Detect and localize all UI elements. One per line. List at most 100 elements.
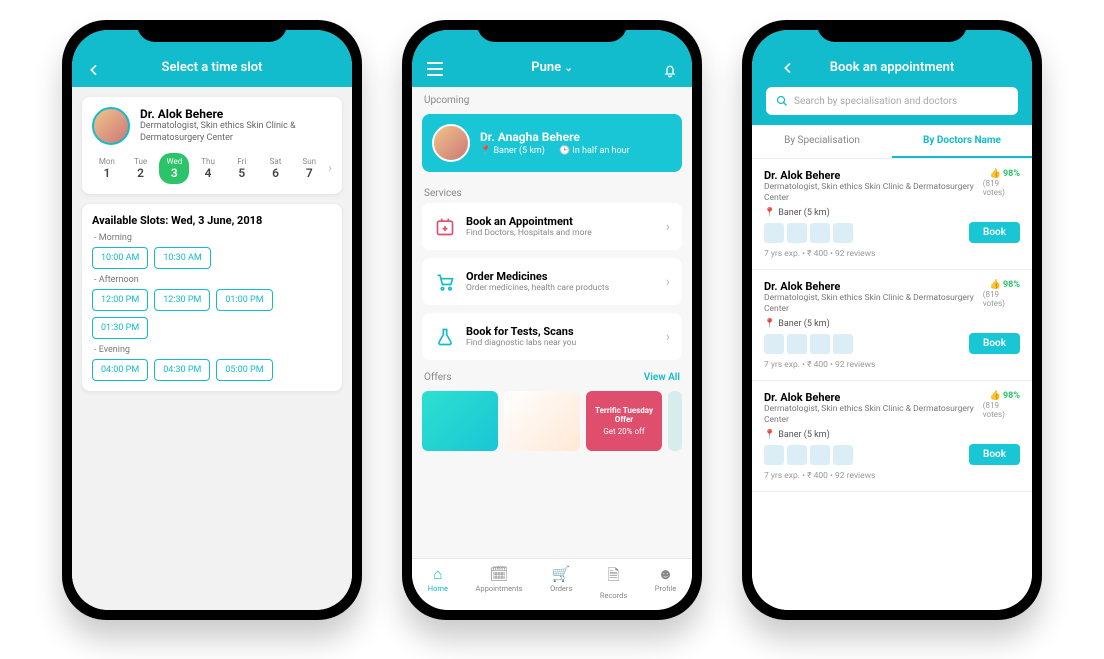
page-title: Select a time slot (162, 60, 263, 75)
day-tue[interactable]: Tue2 (126, 153, 156, 184)
offer-card[interactable] (668, 391, 682, 451)
pin-icon: 📍 (764, 319, 775, 329)
service-order-medicines[interactable]: Order Medicines Order medicines, health … (422, 258, 682, 305)
doctor-meta: 7 yrs exp. • ₹ 400 • 92 reviews (764, 360, 1020, 370)
service-subtitle: Order medicines, health care products (466, 283, 609, 293)
file-icon: 🗎 (600, 565, 627, 590)
cart-icon: 🛒 (550, 565, 572, 583)
search-input[interactable]: Search by specialisation and doctors (766, 87, 1018, 115)
offers-carousel[interactable]: Terrific Tuesday Offer Get 20% off (412, 387, 692, 459)
clinic-photos[interactable] (764, 223, 853, 243)
chevron-right-icon[interactable]: › (328, 161, 332, 176)
tab-by-doctors-name[interactable]: By Doctors Name (892, 125, 1032, 158)
slot-button[interactable]: 05:00 PM (216, 359, 272, 381)
header: Book an appointment Search by specialisa… (752, 30, 1032, 125)
tab-home[interactable]: ⌂Home (428, 565, 448, 600)
doctor-rating: 98% (1003, 169, 1020, 179)
doctor-meta: 7 yrs exp. • ₹ 400 • 92 reviews (764, 471, 1020, 481)
back-button[interactable] (86, 62, 102, 78)
chevron-right-icon: › (666, 219, 670, 235)
chevron-right-icon: › (666, 329, 670, 345)
doctor-meta: 7 yrs exp. • ₹ 400 • 92 reviews (764, 249, 1020, 259)
slot-button[interactable]: 12:00 PM (92, 289, 148, 311)
upcoming-label: Upcoming (412, 87, 692, 110)
back-button[interactable] (780, 60, 796, 76)
day-sun[interactable]: Sun7 (294, 153, 324, 184)
avatar (92, 107, 130, 145)
doctor-rating: 98% (1003, 391, 1020, 401)
service-subtitle: Find diagnostic labs near you (466, 338, 576, 348)
pin-icon: 📍 Baner (5 km) (480, 146, 545, 156)
location-label: Pune (531, 60, 561, 75)
doctor-votes: (819 votes) (983, 290, 1020, 308)
flask-icon (434, 326, 456, 348)
menu-button[interactable] (426, 62, 444, 76)
doctor-speciality: Dermatologist, Skin ethics Skin Clinic &… (764, 293, 983, 315)
day-sat[interactable]: Sat6 (261, 153, 291, 184)
phone-doctor-list: Book an appointment Search by specialisa… (742, 20, 1042, 620)
slot-button[interactable]: 04:00 PM (92, 359, 148, 381)
tab-by-specialisation[interactable]: By Specialisation (752, 125, 892, 158)
chevron-down-icon: ⌄ (564, 63, 572, 74)
upcoming-location: Baner (5 km) (493, 146, 545, 156)
day-thu[interactable]: Thu4 (193, 153, 223, 184)
slots-card: Available Slots: Wed, 3 June, 2018 - Mor… (82, 204, 342, 391)
offer-card[interactable] (504, 391, 580, 451)
phone-home: Pune ⌄ Upcoming Dr. Anagha Behere 📍 Bane… (402, 20, 702, 620)
upcoming-card[interactable]: Dr. Anagha Behere 📍 Baner (5 km) 🕒 In ha… (422, 114, 682, 172)
slot-button[interactable]: 01:30 PM (92, 317, 148, 339)
day-mon[interactable]: Mon1 (92, 153, 122, 184)
doctor-list-item[interactable]: Dr. Alok Behere Dermatologist, Skin ethi… (752, 381, 1032, 492)
book-button[interactable]: Book (969, 444, 1020, 465)
bottom-tabbar: ⌂Home 🗓Appointments 🛒Orders 🗎Records ☻Pr… (412, 558, 692, 610)
day-fri[interactable]: Fri5 (227, 153, 257, 184)
doctor-votes: (819 votes) (983, 179, 1020, 197)
slot-button[interactable]: 12:30 PM (154, 289, 210, 311)
morning-label: - Morning (94, 233, 332, 243)
doctor-list-item[interactable]: Dr. Alok Behere Dermatologist, Skin ethi… (752, 159, 1032, 270)
doctor-speciality: Dermatologist, Skin ethics Skin Clinic &… (764, 182, 983, 204)
slot-button[interactable]: 04:30 PM (154, 359, 210, 381)
tab-records[interactable]: 🗎Records (600, 565, 627, 600)
clock-icon: 🕒 In half an hour (559, 146, 630, 156)
tab-profile[interactable]: ☻Profile (655, 565, 676, 600)
thumbs-up-icon: 👍 (990, 391, 1001, 401)
calendar-plus-icon (434, 216, 456, 238)
avatar (432, 124, 470, 162)
notch (817, 20, 967, 42)
upcoming-doctor-name: Dr. Anagha Behere (480, 130, 672, 144)
service-book-tests[interactable]: Book for Tests, Scans Find diagnostic la… (422, 313, 682, 360)
thumbs-up-icon: 👍 (990, 280, 1001, 290)
day-picker: Mon1 Tue2 Wed3 Thu4 Fri5 Sat6 Sun7 › (92, 153, 332, 184)
services-label: Services (412, 180, 692, 203)
doctor-list-item[interactable]: Dr. Alok Behere Dermatologist, Skin ethi… (752, 270, 1032, 381)
book-button[interactable]: Book (969, 222, 1020, 243)
slot-button[interactable]: 10:30 AM (154, 247, 210, 269)
tab-orders[interactable]: 🛒Orders (550, 565, 572, 600)
service-title: Book an Appointment (466, 215, 592, 228)
book-button[interactable]: Book (969, 333, 1020, 354)
location-button[interactable]: Pune ⌄ (531, 60, 572, 75)
day-wed[interactable]: Wed3 (159, 153, 189, 184)
view-all-link[interactable]: View All (644, 372, 680, 383)
tab-appointments[interactable]: 🗓Appointments (475, 565, 522, 600)
calendar-icon: 🗓 (475, 565, 522, 583)
slot-button[interactable]: 10:00 AM (92, 247, 148, 269)
doctor-location: Baner (5 km) (778, 208, 830, 218)
doctor-name: Dr. Alok Behere (764, 280, 983, 293)
slot-button[interactable]: 01:00 PM (216, 289, 272, 311)
offers-label: Offers (424, 372, 452, 383)
service-book-appointment[interactable]: Book an Appointment Find Doctors, Hospit… (422, 203, 682, 250)
doctor-name: Dr. Alok Behere (140, 107, 332, 121)
clinic-photos[interactable] (764, 445, 853, 465)
service-title: Order Medicines (466, 270, 609, 283)
clinic-photos[interactable] (764, 334, 853, 354)
pin-icon: 📍 (764, 430, 775, 440)
notifications-button[interactable] (662, 62, 678, 78)
doctor-location: Baner (5 km) (778, 430, 830, 440)
offer-card[interactable] (422, 391, 498, 451)
offer-card[interactable]: Terrific Tuesday Offer Get 20% off (586, 391, 662, 451)
upcoming-eta: In half an hour (572, 146, 629, 156)
chevron-right-icon: › (666, 274, 670, 290)
service-title: Book for Tests, Scans (466, 325, 576, 338)
